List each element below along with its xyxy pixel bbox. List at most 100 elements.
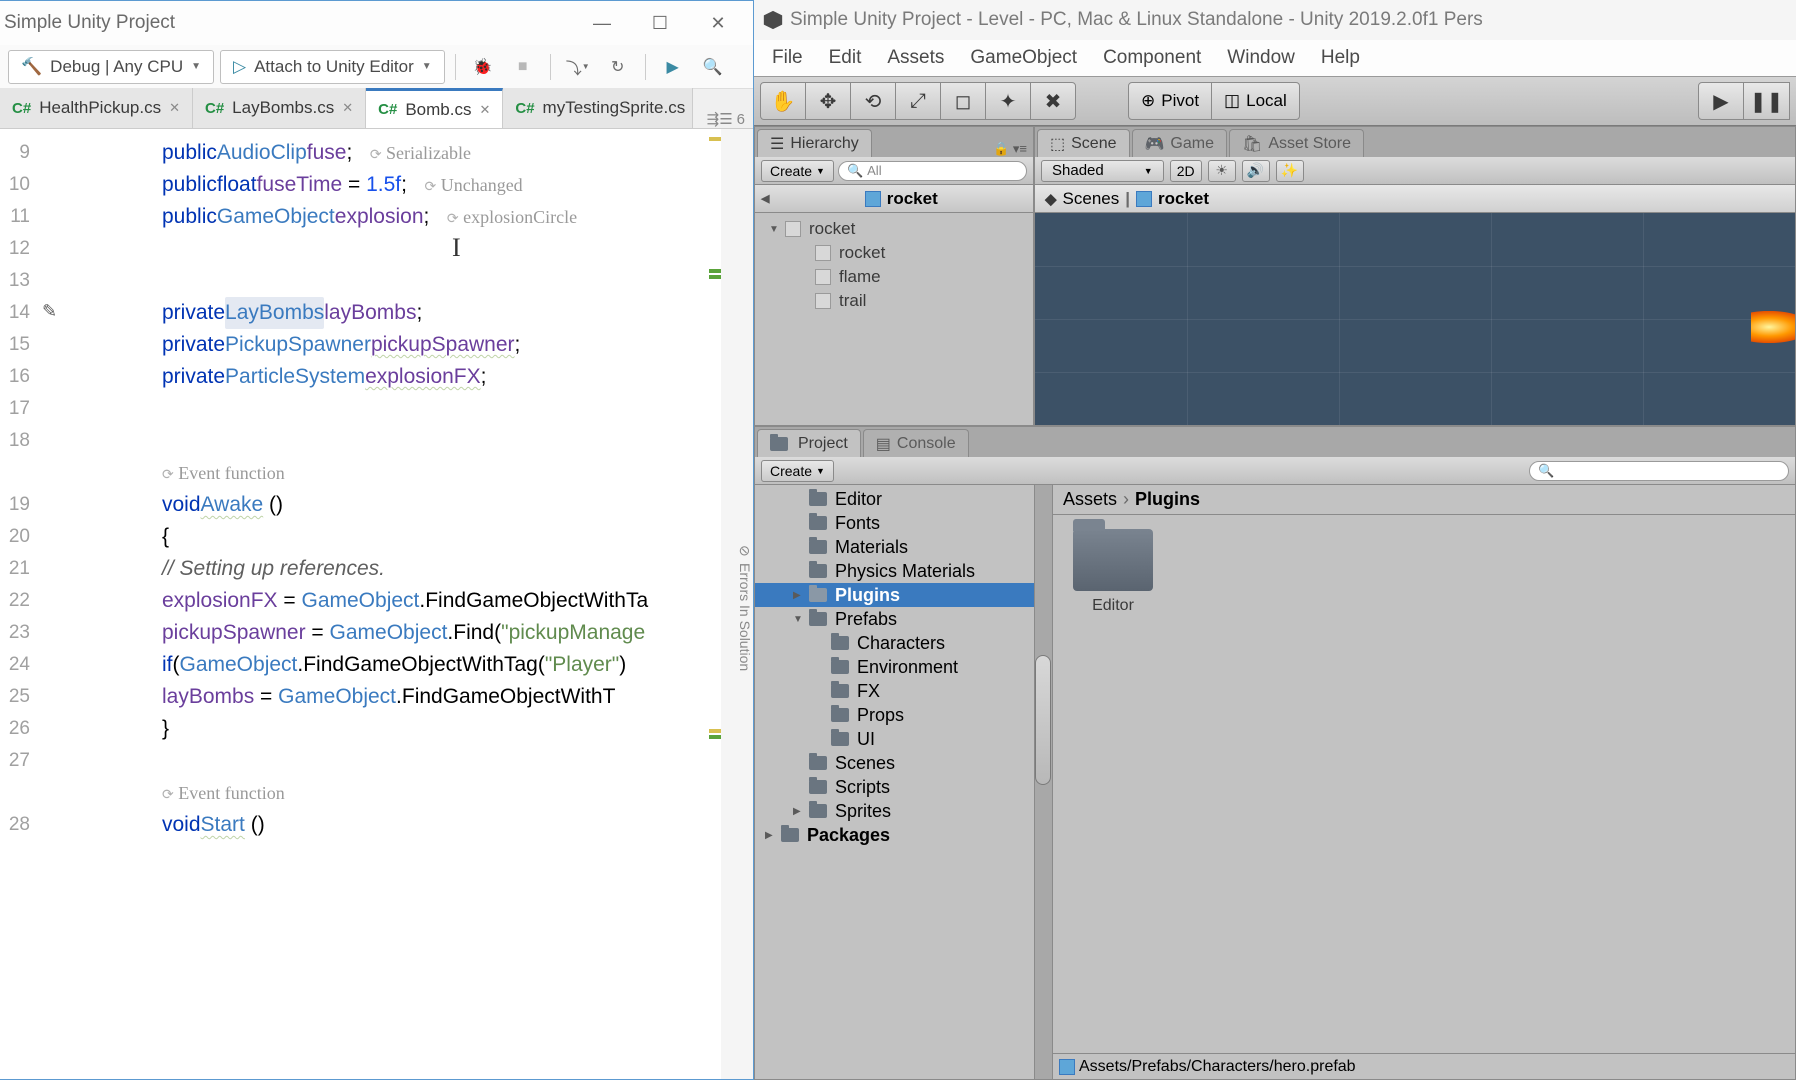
menu-gameobject[interactable]: GameObject [964,43,1083,73]
tree-row[interactable]: Props [755,703,1052,727]
shading-mode-dropdown[interactable]: Shaded▼ [1041,160,1164,182]
project-tree[interactable]: EditorFontsMaterialsPhysics Materials▶Pl… [755,485,1053,1079]
project-breadcrumb[interactable]: Assets › Plugins [1053,485,1795,515]
tree-row[interactable]: Materials [755,535,1052,559]
ide-titlebar[interactable]: Simple Unity Project — ☐ ✕ [0,1,753,45]
tree-row[interactable]: UI [755,727,1052,751]
rect-tool-icon[interactable]: ◻ [940,82,986,120]
close-tab-icon[interactable]: ✕ [342,100,353,116]
menu-assets[interactable]: Assets [881,43,950,73]
project-create-button[interactable]: Create ▼ [761,460,834,482]
pivot-icon: ⊕ [1141,91,1155,111]
tab-scene[interactable]: ⬚Scene [1037,129,1130,157]
tree-row[interactable]: Physics Materials [755,559,1052,583]
transform-tools: ✋ ✥ ⟲ ⤢ ◻ ✦ ✖ [760,82,1076,120]
run-icon[interactable]: ▶ [656,50,690,84]
menu-edit[interactable]: Edit [823,43,868,73]
file-tabs: C# HealthPickup.cs ✕ C# LayBombs.cs ✕ C#… [0,89,753,129]
panel-options[interactable]: 🔒 ▾≡ [987,141,1033,157]
tree-row[interactable]: ▶Sprites [755,799,1052,823]
hierarchy-search[interactable]: 🔍All [838,161,1027,181]
branch-icon[interactable]: ⤵▼ [561,50,595,84]
tab-project[interactable]: Project [757,429,861,457]
chevron-right-icon: › [1123,489,1129,510]
prefab-icon [865,191,881,207]
config-selector[interactable]: 🔨 Debug | Any CPU ▼ [8,50,214,84]
scene-viewport[interactable] [1035,213,1795,425]
folder-icon [809,516,827,530]
tree-row[interactable]: Scenes [755,751,1052,775]
hierarchy-item[interactable]: trail [755,289,1033,313]
tab-asset-store[interactable]: 🛍Asset Store [1229,129,1364,157]
play-button[interactable]: ▶ [1698,82,1744,120]
hierarchy-icon: ☰ [770,134,784,154]
tree-row[interactable]: Editor [755,487,1052,511]
file-tab-laybombs[interactable]: C# LayBombs.cs ✕ [193,88,366,128]
refresh-icon[interactable]: ↻ [601,50,635,84]
stop-icon[interactable]: ■ [506,50,540,84]
tree-row[interactable]: Characters [755,631,1052,655]
minimize-button[interactable]: — [573,1,631,45]
tab-game[interactable]: 🎮Game [1132,129,1228,157]
file-tab-healthpickup[interactable]: C# HealthPickup.cs ✕ [0,88,193,128]
file-tab-bomb[interactable]: C# Bomb.cs ✕ [366,88,503,128]
hierarchy-scene-root[interactable]: ◀ rocket [755,185,1033,213]
tab-console[interactable]: ▤Console [863,429,969,457]
prefab-icon [1136,191,1152,207]
tree-row[interactable]: FX [755,679,1052,703]
asset-tile-editor[interactable]: Editor [1067,529,1159,615]
maximize-button[interactable]: ☐ [631,1,689,45]
scrollbar[interactable] [1034,485,1052,1079]
hierarchy-create-button[interactable]: Create ▼ [761,160,834,182]
move-tool-icon[interactable]: ✥ [805,82,851,120]
folder-icon [831,660,849,674]
asset-grid[interactable]: Editor [1053,515,1795,1053]
pivot-button[interactable]: ⊕Pivot [1128,82,1212,120]
pause-button[interactable]: ❚❚ [1744,82,1790,120]
local-button[interactable]: ◫Local [1212,82,1300,120]
transform-tool-icon[interactable]: ✦ [985,82,1031,120]
tree-row[interactable]: ▶Packages [755,823,1052,847]
tab-overflow[interactable]: ⇶☰ 6 [707,110,753,128]
flame-sprite[interactable] [1751,311,1795,343]
tree-row[interactable]: ▼Prefabs [755,607,1052,631]
tree-row[interactable]: Environment [755,655,1052,679]
tree-row[interactable]: Scripts [755,775,1052,799]
scene-breadcrumb[interactable]: ◆ Scenes | rocket [1035,185,1795,213]
chevron-left-icon[interactable]: ◀ [761,192,769,205]
fx-icon[interactable]: ✨ [1276,160,1304,182]
close-tab-icon[interactable]: ✕ [169,100,180,116]
menu-file[interactable]: File [766,43,809,73]
tree-row[interactable]: Fonts [755,511,1052,535]
scrollbar-thumb[interactable] [1035,655,1051,785]
tab-hierarchy[interactable]: ☰Hierarchy [757,129,872,157]
tree-row[interactable]: ▶Plugins [755,583,1052,607]
2d-toggle[interactable]: 2D [1170,160,1202,182]
rotate-tool-icon[interactable]: ⟲ [850,82,896,120]
project-footer-path[interactable]: Assets/Prefabs/Characters/hero.prefab [1053,1053,1795,1079]
audio-icon[interactable]: 🔊 [1242,160,1270,182]
custom-tool-icon[interactable]: ✖ [1030,82,1076,120]
menu-component[interactable]: Component [1097,43,1207,73]
lighting-icon[interactable]: ☀ [1208,160,1236,182]
unity-titlebar[interactable]: Simple Unity Project - Level - PC, Mac &… [754,0,1796,40]
close-tab-icon[interactable]: ✕ [479,102,490,118]
scale-tool-icon[interactable]: ⤢ [895,82,941,120]
hierarchy-list[interactable]: ▼rocketrocketflametrail [755,213,1033,425]
project-search[interactable]: 🔍 [1529,461,1789,481]
hierarchy-item[interactable]: flame [755,265,1033,289]
file-tab-mytestingsprite[interactable]: C# myTestingSprite.cs [503,88,693,128]
debug-icon[interactable]: 🐞 [466,50,500,84]
errors-panel-tab[interactable]: ⊘Errors In Solution [737,545,753,671]
code-editor[interactable]: public AudioClip fuse; ⟳ Serializablepub… [108,129,709,1079]
hierarchy-item[interactable]: ▼rocket [755,217,1033,241]
menu-window[interactable]: Window [1221,43,1301,73]
close-button[interactable]: ✕ [689,1,747,45]
search-icon[interactable]: 🔍 [696,50,730,84]
marker-strip[interactable] [709,129,721,1079]
ide-window: Simple Unity Project — ☐ ✕ 🔨 Debug | Any… [0,0,754,1080]
hand-tool-icon[interactable]: ✋ [760,82,806,120]
hierarchy-item[interactable]: rocket [755,241,1033,265]
menu-help[interactable]: Help [1315,43,1366,73]
attach-selector[interactable]: ▷ Attach to Unity Editor ▼ [220,50,445,84]
